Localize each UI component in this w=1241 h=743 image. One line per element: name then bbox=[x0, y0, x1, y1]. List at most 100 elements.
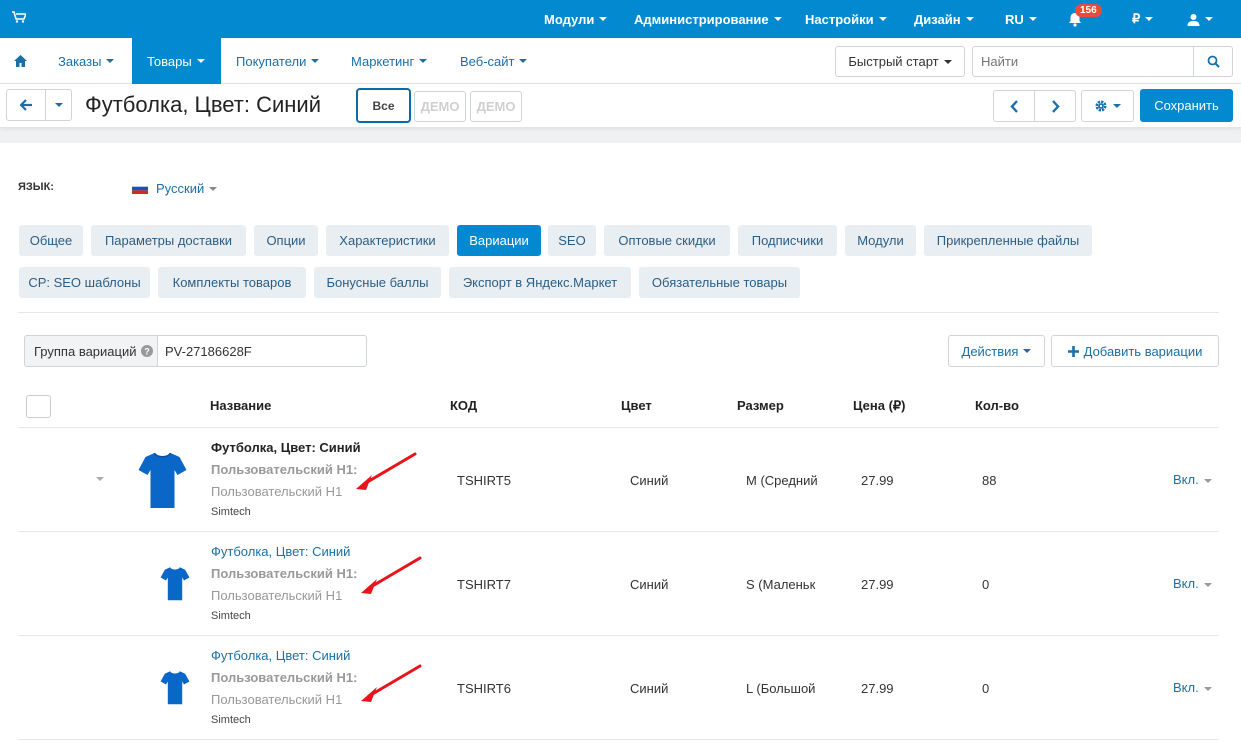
menu-modules-label: Модули bbox=[544, 11, 595, 27]
nav-website[interactable]: Веб-сайт bbox=[460, 38, 528, 84]
product-size: L (Большой bbox=[746, 681, 816, 696]
menu-design[interactable]: Дизайн bbox=[914, 0, 974, 38]
menu-modules[interactable]: Модули bbox=[544, 0, 608, 38]
status-dropdown[interactable]: Вкл. bbox=[1173, 576, 1212, 591]
expand-chevron-icon[interactable] bbox=[96, 477, 104, 481]
column-header-code[interactable]: КОД bbox=[450, 398, 477, 413]
status-dropdown[interactable]: Вкл. bbox=[1173, 472, 1212, 487]
tab-seo-templates[interactable]: CP: SEO шаблоны bbox=[19, 267, 150, 298]
product-quantity: 88 bbox=[982, 473, 997, 488]
variation-group-code[interactable]: PV-27186628F bbox=[157, 335, 367, 367]
tab-bundles[interactable]: Комплекты товаров bbox=[158, 267, 306, 298]
tab-label: Характеристики bbox=[339, 233, 436, 248]
chevron-left-icon bbox=[1009, 99, 1018, 113]
nav-customers[interactable]: Покупатели bbox=[236, 38, 320, 84]
tab-addons[interactable]: Модули bbox=[845, 225, 916, 256]
russia-flag-icon bbox=[132, 183, 148, 194]
product-quantity: 0 bbox=[982, 681, 990, 696]
save-button[interactable]: Сохранить bbox=[1140, 89, 1233, 122]
tab-seo[interactable]: SEO bbox=[548, 225, 596, 256]
tab-options[interactable]: Опции bbox=[254, 225, 318, 256]
tab-wholesale[interactable]: Оптовые скидки bbox=[604, 225, 730, 256]
tab-reward-points[interactable]: Бонусные баллы bbox=[314, 267, 441, 298]
chevron-down-icon bbox=[1028, 17, 1037, 21]
divider bbox=[18, 635, 1219, 636]
tab-label: Обязательные товары bbox=[651, 275, 788, 290]
storefront-demo-button-1[interactable]: ДЕМО bbox=[414, 91, 466, 122]
settings-dropdown-button[interactable] bbox=[1081, 90, 1134, 122]
menu-currency[interactable]: ₽ bbox=[1132, 0, 1154, 38]
tshirt-image[interactable] bbox=[160, 669, 190, 706]
divider bbox=[18, 312, 1219, 313]
next-product-button[interactable] bbox=[1034, 90, 1076, 122]
tshirt-image[interactable] bbox=[137, 451, 188, 509]
product-name-link[interactable]: Футболка, Цвет: Синий bbox=[211, 648, 350, 663]
vendor-name: Simtech bbox=[211, 506, 251, 518]
tab-required-products[interactable]: Обязательные товары bbox=[639, 267, 800, 298]
search-icon bbox=[1207, 55, 1220, 68]
tab-features[interactable]: Характеристики bbox=[326, 225, 449, 256]
chevron-down-icon bbox=[519, 59, 528, 63]
back-button[interactable] bbox=[6, 89, 46, 121]
tab-label: Бонусные баллы bbox=[326, 275, 429, 290]
product-color: Синий bbox=[630, 577, 669, 592]
tab-general[interactable]: Общее bbox=[19, 225, 83, 256]
chevron-right-icon bbox=[1051, 99, 1060, 113]
column-header-color[interactable]: Цвет bbox=[621, 398, 652, 413]
help-icon[interactable]: ? bbox=[140, 345, 153, 357]
nav-orders[interactable]: Заказы bbox=[58, 38, 115, 84]
add-variations-button[interactable]: Добавить вариации bbox=[1051, 335, 1219, 367]
tab-variations[interactable]: Вариации bbox=[457, 225, 541, 256]
language-selector[interactable]: Русский bbox=[132, 181, 218, 196]
product-color: Синий bbox=[630, 681, 669, 696]
nav-marketing[interactable]: Маркетинг bbox=[351, 38, 428, 84]
search-button[interactable] bbox=[1193, 46, 1233, 77]
tab-label: Комплекты товаров bbox=[172, 275, 292, 290]
divider bbox=[18, 427, 1219, 428]
product-code: TSHIRT7 bbox=[457, 577, 511, 592]
language-label: ЯЗЫК: bbox=[18, 181, 54, 193]
status-dropdown[interactable]: Вкл. bbox=[1173, 680, 1212, 695]
product-price: 27.99 bbox=[861, 473, 894, 488]
menu-user[interactable] bbox=[1187, 0, 1213, 38]
column-header-size[interactable]: Размер bbox=[737, 398, 784, 413]
product-size: S (Маленьк bbox=[746, 577, 816, 592]
product-code: TSHIRT6 bbox=[457, 681, 511, 696]
select-all-checkbox[interactable] bbox=[26, 395, 51, 418]
nav-customers-label: Покупатели bbox=[236, 53, 307, 69]
column-header-name[interactable]: Название bbox=[210, 398, 271, 413]
product-name: Футболка, Цвет: Синий bbox=[211, 440, 361, 455]
cart-icon[interactable] bbox=[12, 10, 28, 26]
tab-yandex-export[interactable]: Экспорт в Яндекс.Маркет bbox=[449, 267, 631, 298]
actions-button[interactable]: Действия bbox=[948, 335, 1045, 367]
tab-label: CP: SEO шаблоны bbox=[28, 275, 141, 290]
quick-start-button[interactable]: Быстрый старт bbox=[835, 46, 965, 77]
arrow-left-icon bbox=[19, 99, 32, 111]
search-input[interactable] bbox=[972, 46, 1194, 77]
tshirt-image[interactable] bbox=[160, 565, 190, 602]
nav-marketing-label: Маркетинг bbox=[351, 53, 415, 69]
tab-label: Общее bbox=[29, 233, 73, 248]
column-header-price[interactable]: Цена (₽) bbox=[853, 398, 906, 414]
nav-products[interactable]: Товары bbox=[132, 38, 221, 84]
menu-settings[interactable]: Настройки bbox=[805, 0, 887, 38]
quick-start-label: Быстрый старт bbox=[848, 54, 939, 69]
annotation-arrow-icon bbox=[361, 664, 422, 702]
tab-subscribers[interactable]: Подписчики bbox=[738, 225, 837, 256]
storefront-demo-button-2[interactable]: ДЕМО bbox=[470, 91, 522, 122]
home-icon[interactable] bbox=[14, 38, 27, 84]
chevron-down-icon bbox=[943, 59, 952, 64]
storefront-all-button[interactable]: Все bbox=[356, 88, 411, 123]
menu-language[interactable]: RU bbox=[1005, 0, 1037, 38]
tab-attachments[interactable]: Прикрепленные файлы bbox=[924, 225, 1092, 256]
custom-h1-label: Пользовательский H1: bbox=[211, 566, 358, 581]
tab-shipping[interactable]: Параметры доставки bbox=[91, 225, 246, 256]
menu-administration-label: Администрирование bbox=[634, 11, 769, 27]
column-header-quantity[interactable]: Кол-во bbox=[975, 398, 1019, 413]
menu-administration[interactable]: Администрирование bbox=[634, 0, 782, 38]
chevron-down-icon bbox=[1023, 349, 1032, 353]
notifications-badge: 156 bbox=[1075, 4, 1102, 17]
prev-product-button[interactable] bbox=[993, 90, 1035, 122]
product-name-link[interactable]: Футболка, Цвет: Синий bbox=[211, 544, 350, 559]
back-dropdown-button[interactable] bbox=[45, 89, 72, 121]
